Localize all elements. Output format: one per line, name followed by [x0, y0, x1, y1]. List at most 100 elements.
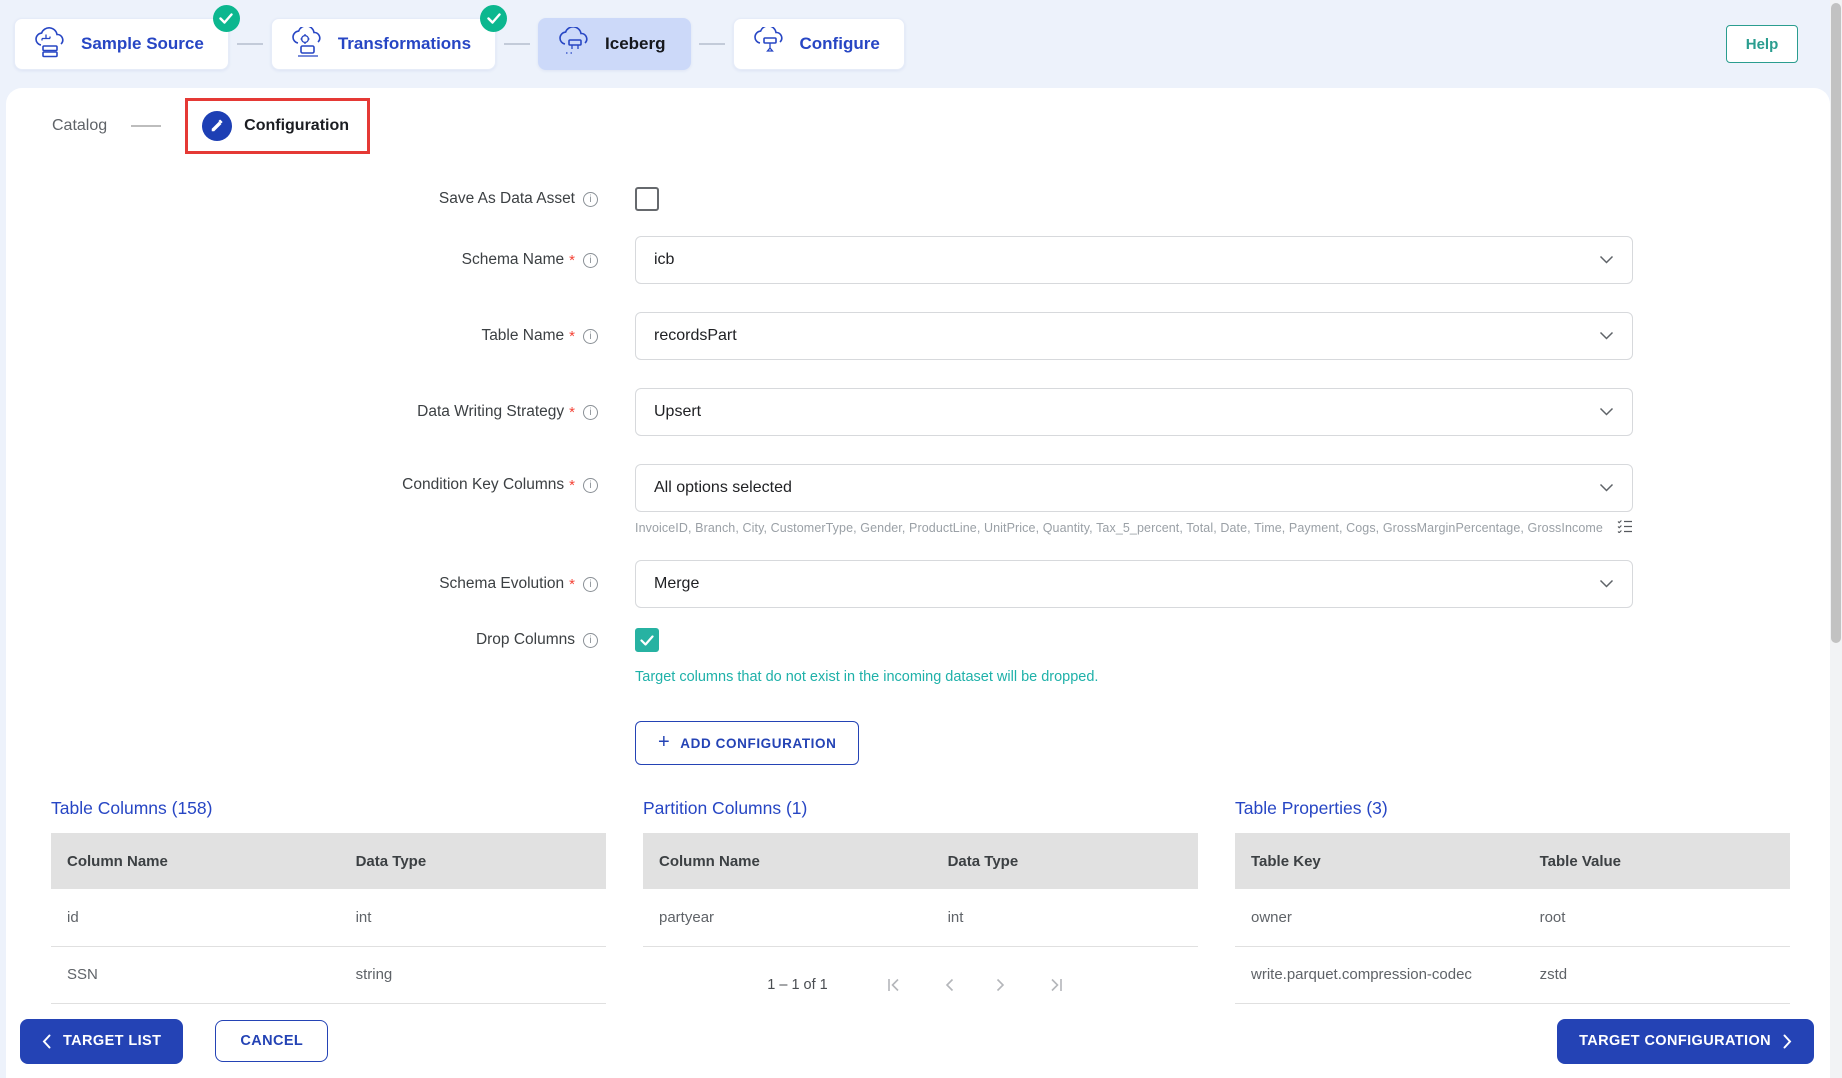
partition-columns-table: Column Name Data Type partyear int — [643, 833, 1198, 947]
chevron-right-icon — [1783, 1034, 1792, 1049]
cell-data-type: string — [340, 946, 606, 1003]
cloud-source-icon — [33, 27, 69, 61]
step-sample-source[interactable]: Sample Source — [14, 18, 229, 70]
condition-key-columns-value: All options selected — [654, 479, 1599, 497]
step-label: Configure — [800, 34, 880, 54]
scrollbar-track[interactable] — [1830, 0, 1842, 1078]
last-page-icon[interactable] — [1038, 978, 1074, 992]
schema-name-select[interactable]: icb — [635, 236, 1633, 284]
chevron-down-icon — [1599, 575, 1614, 593]
view-list-icon[interactable] — [1617, 519, 1633, 536]
chevron-down-icon — [1599, 479, 1614, 497]
pencil-icon — [202, 111, 232, 141]
required-asterisk: * — [569, 576, 575, 593]
step-navigation-bar: Sample Source Transformations — [0, 0, 1830, 88]
cell-table-value: zstd — [1524, 946, 1790, 1003]
table-row: partyear int — [643, 889, 1198, 946]
help-button[interactable]: Help — [1726, 25, 1798, 63]
data-writing-strategy-select[interactable]: Upsert — [635, 388, 1633, 436]
save-as-data-asset-checkbox[interactable] — [635, 187, 659, 211]
table-row: write.parquet.compression-codec zstd — [1235, 946, 1790, 1003]
subnav-connector — [131, 125, 161, 127]
cloud-transform-icon — [290, 27, 326, 61]
cell-table-key: write.parquet.compression-codec — [1235, 946, 1524, 1003]
schema-evolution-select[interactable]: Merge — [635, 560, 1633, 608]
column-header: Table Value — [1524, 833, 1790, 889]
data-writing-strategy-row: Data Writing Strategy* i Upsert — [6, 388, 1706, 436]
step-connector — [237, 43, 263, 45]
data-writing-strategy-value: Upsert — [654, 403, 1599, 421]
table-row: owner root — [1235, 889, 1790, 946]
next-page-icon[interactable] — [986, 978, 1016, 992]
table-name-select[interactable]: recordsPart — [635, 312, 1633, 360]
cell-table-value: root — [1524, 889, 1790, 946]
required-asterisk: * — [569, 404, 575, 421]
chevron-down-icon — [1599, 403, 1614, 421]
column-header: Column Name — [643, 833, 932, 889]
table-columns-section: Table Columns (158) Column Name Data Typ… — [51, 794, 606, 1012]
step-completed-check-icon — [480, 5, 507, 32]
condition-key-columns-select[interactable]: All options selected — [635, 464, 1633, 512]
add-configuration-button[interactable]: + ADD CONFIGURATION — [635, 721, 859, 765]
cloud-configure-icon — [752, 27, 788, 61]
schema-name-value: icb — [654, 251, 1599, 269]
drop-columns-helper-text: Target columns that do not exist in the … — [635, 669, 1633, 685]
table-columns-title: Table Columns (158) — [51, 798, 606, 819]
info-icon[interactable]: i — [583, 633, 598, 648]
plus-icon: + — [658, 731, 670, 754]
column-header: Data Type — [932, 833, 1198, 889]
tab-configuration-label: Configuration — [244, 117, 349, 135]
prev-page-icon[interactable] — [934, 978, 964, 992]
cell-column-name: id — [51, 889, 340, 946]
save-as-data-asset-label: Save As Data Asset i — [6, 190, 598, 208]
selected-columns-text: InvoiceID, Branch, City, CustomerType, G… — [635, 521, 1603, 535]
scrollbar-thumb[interactable] — [1831, 3, 1841, 643]
drop-columns-label: Drop Columns i — [6, 631, 598, 649]
pagination-range-label: 1 – 1 of 1 — [767, 977, 827, 993]
configuration-panel: Catalog Configuration Save As Data Asset… — [6, 88, 1830, 1078]
cell-column-name: SSN — [51, 946, 340, 1003]
partition-columns-title: Partition Columns (1) — [643, 798, 1198, 819]
required-asterisk: * — [569, 328, 575, 345]
drop-columns-checkbox[interactable] — [635, 628, 659, 652]
target-list-button[interactable]: TARGET LIST — [20, 1019, 183, 1064]
table-columns-table: Column Name Data Type id int SSN string — [51, 833, 606, 1004]
table-name-label: Table Name* i — [6, 327, 598, 345]
table-properties-section: Table Properties (3) Table Key Table Val… — [1235, 794, 1790, 1012]
iceberg-configuration-form: Save As Data Asset i Schema Name* i icb — [6, 184, 1706, 765]
info-icon[interactable]: i — [583, 577, 598, 592]
info-icon[interactable]: i — [583, 253, 598, 268]
info-icon[interactable]: i — [583, 329, 598, 344]
schema-name-row: Schema Name* i icb — [6, 236, 1706, 284]
selected-columns-summary: InvoiceID, Branch, City, CustomerType, G… — [635, 519, 1633, 536]
table-name-row: Table Name* i recordsPart — [6, 312, 1706, 360]
schema-evolution-value: Merge — [654, 575, 1599, 593]
table-name-value: recordsPart — [654, 327, 1599, 345]
step-connector — [504, 43, 530, 45]
step-transformations[interactable]: Transformations — [271, 18, 496, 70]
cancel-button[interactable]: CANCEL — [215, 1020, 328, 1062]
table-properties-table: Table Key Table Value owner root write.p… — [1235, 833, 1790, 1004]
info-icon[interactable]: i — [583, 405, 598, 420]
table-row: id int — [51, 889, 606, 946]
step-iceberg[interactable]: Iceberg — [538, 18, 690, 70]
tab-catalog[interactable]: Catalog — [52, 117, 107, 135]
info-icon[interactable]: i — [583, 192, 598, 207]
first-page-icon[interactable] — [876, 978, 912, 992]
tab-configuration[interactable]: Configuration — [185, 98, 370, 154]
step-configure[interactable]: Configure — [733, 18, 905, 70]
target-configuration-button[interactable]: TARGET CONFIGURATION — [1557, 1019, 1814, 1064]
footer-action-bar: TARGET LIST CANCEL TARGET CONFIGURATION — [12, 1012, 1836, 1078]
cell-table-key: owner — [1235, 889, 1524, 946]
save-as-data-asset-row: Save As Data Asset i — [6, 184, 1706, 214]
required-asterisk: * — [569, 252, 575, 269]
cell-data-type: int — [932, 889, 1198, 946]
schema-evolution-label: Schema Evolution* i — [6, 575, 598, 593]
table-row: SSN string — [51, 946, 606, 1003]
condition-key-columns-label: Condition Key Columns* i — [6, 476, 598, 494]
column-header: Data Type — [340, 833, 606, 889]
info-icon[interactable]: i — [583, 478, 598, 493]
cell-data-type: int — [340, 889, 606, 946]
sub-navigation: Catalog Configuration — [52, 98, 370, 154]
chevron-down-icon — [1599, 327, 1614, 345]
